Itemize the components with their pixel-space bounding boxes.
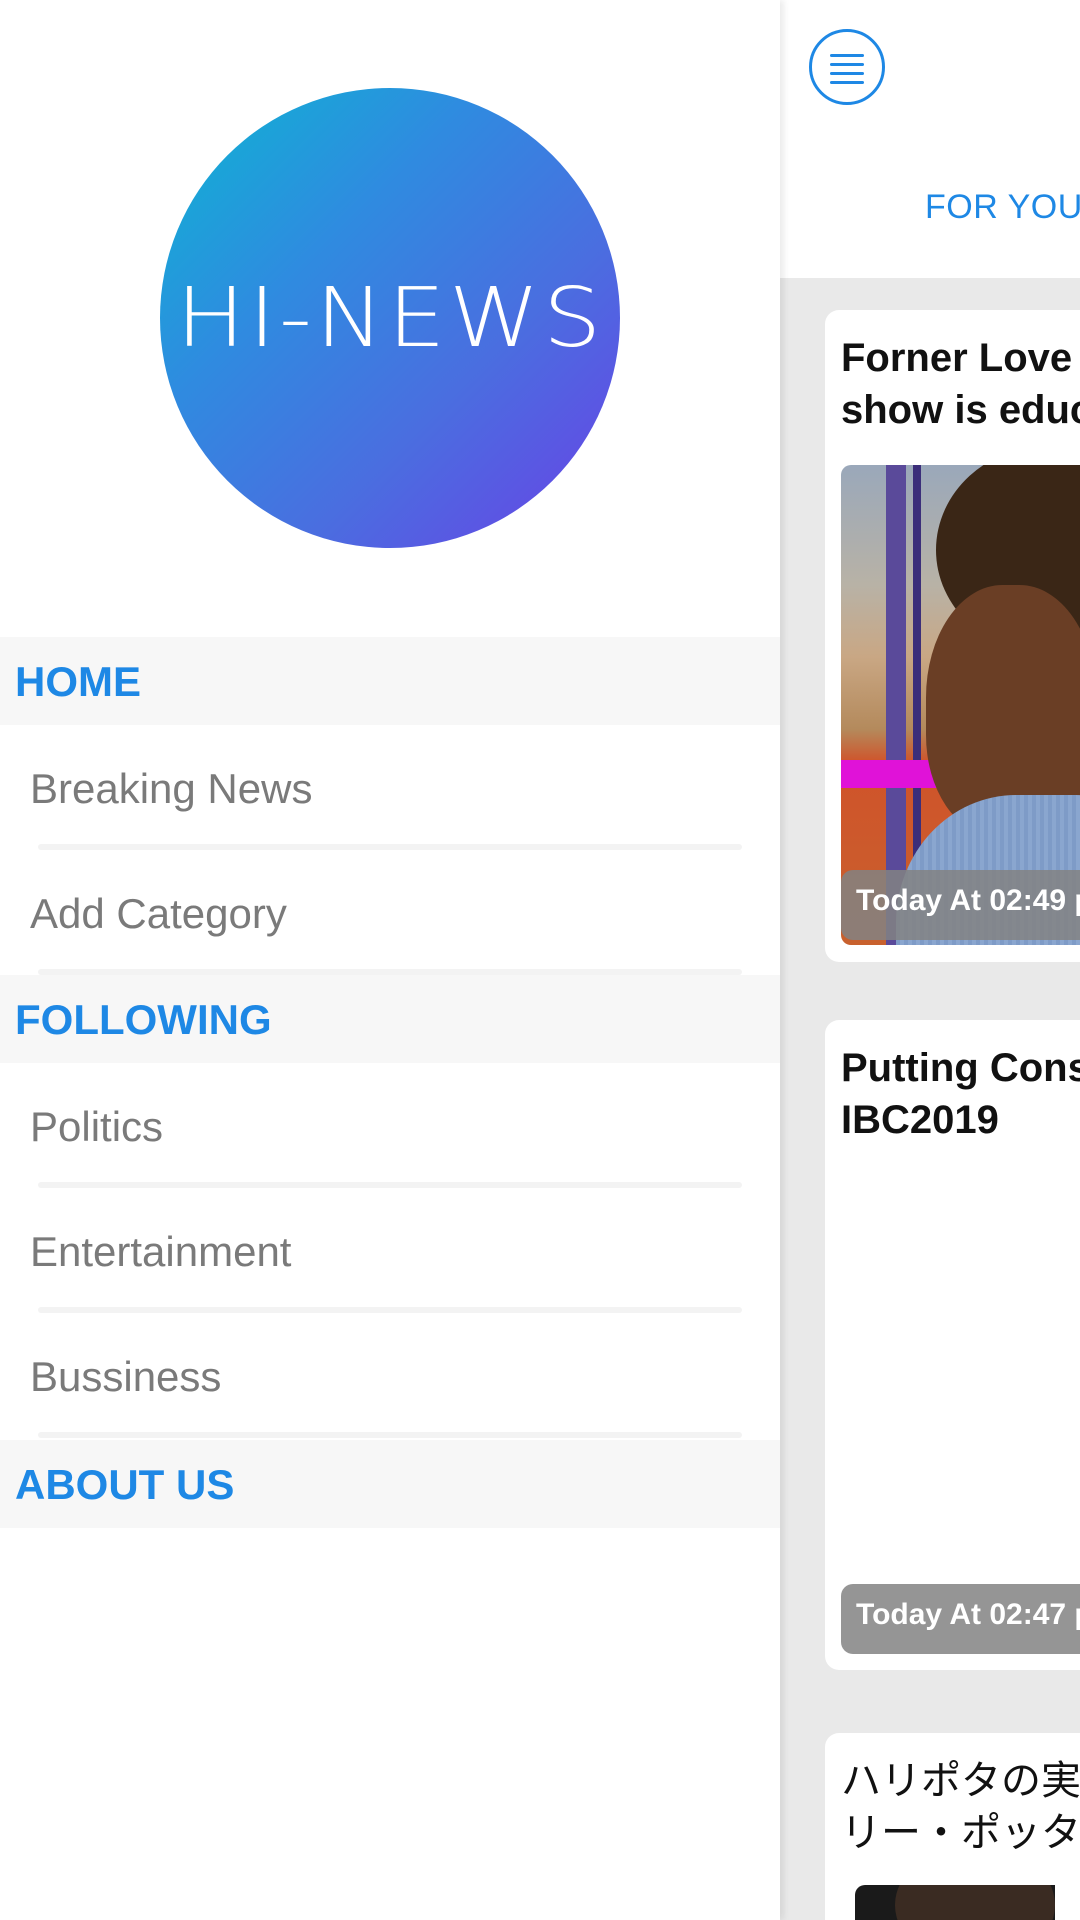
section-following-label: FOLLOWING [15, 996, 272, 1043]
drawer-item-politics[interactable]: Politics [0, 1063, 780, 1188]
drawer-item-label: Entertainment [30, 1228, 292, 1275]
news-card-timestamp: Today At 02:49 pm [841, 870, 1080, 940]
navigation-drawer: HI-NEWS HOME Breaking News Add Category … [0, 0, 780, 1920]
section-home[interactable]: HOME [0, 637, 780, 725]
drawer-item-label: Breaking News [30, 765, 313, 812]
hamburger-menu-icon[interactable] [809, 29, 885, 105]
news-card[interactable]: Putting Consumers IBC2019 Today At 02:47… [825, 1020, 1080, 1670]
news-card-title: ハリポタの実写化 リー・ポッター [841, 1758, 1080, 1856]
news-card-title: Forner Love Island show is educational [841, 336, 1080, 432]
divider [38, 1432, 742, 1438]
news-card-title: Putting Consumers IBC2019 [841, 1046, 1080, 1142]
main-content: FOR YOU Forner Love Island show is educa… [780, 0, 1080, 1920]
drawer-item-entertainment[interactable]: Entertainment [0, 1188, 780, 1313]
section-following[interactable]: FOLLOWING [0, 975, 780, 1063]
news-card[interactable]: Forner Love Island show is educational T… [825, 310, 1080, 962]
drawer-item-label: Politics [30, 1103, 164, 1150]
drawer-item-label: Add Category [30, 890, 287, 937]
app-logo: HI-NEWS [160, 88, 620, 548]
tab-for-you[interactable]: FOR YOU [925, 188, 1080, 227]
top-app-bar: FOR YOU [780, 0, 1080, 278]
news-card-timestamp: Today At 02:47 pm [841, 1584, 1080, 1654]
news-card-image [855, 1885, 1055, 1920]
drawer-item-add-category[interactable]: Add Category [0, 850, 780, 975]
section-home-label: HOME [15, 658, 141, 705]
section-about-us-label: ABOUT US [15, 1461, 235, 1508]
news-feed: Forner Love Island show is educational T… [780, 278, 1080, 1920]
drawer-item-breaking-news[interactable]: Breaking News [0, 725, 780, 850]
logo-text: HI-NEWS [175, 270, 605, 366]
drawer-item-label: Bussiness [30, 1353, 222, 1400]
section-about-us[interactable]: ABOUT US [0, 1440, 780, 1528]
drawer-item-bussiness[interactable]: Bussiness [0, 1313, 780, 1438]
news-card[interactable]: ハリポタの実写化 リー・ポッター [825, 1733, 1080, 1920]
